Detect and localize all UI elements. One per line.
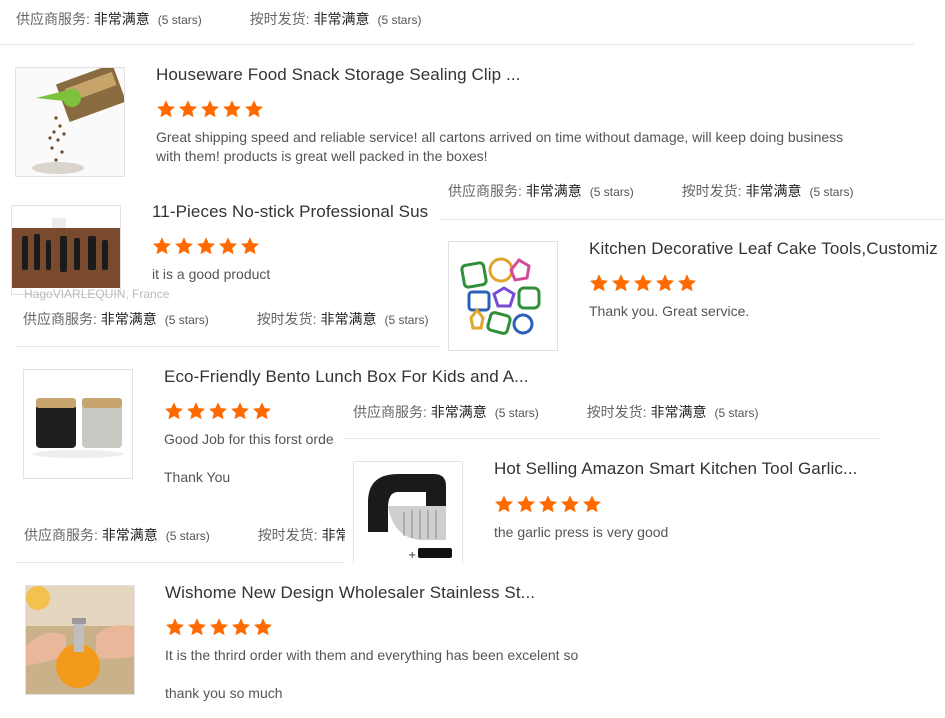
star-rating — [494, 494, 604, 514]
star-icon — [612, 274, 630, 292]
utensil-set-image — [12, 206, 120, 294]
review-text: Good Job for this forst orde — [164, 431, 334, 447]
review-text: it is a good product — [152, 266, 271, 282]
review-card: Eco-Friendly Bento Lunch Box For Kids an… — [0, 347, 529, 562]
review-text: It is the thrird order with them and eve… — [165, 647, 579, 663]
star-icon — [254, 618, 272, 636]
review-card: + Hot Selling Amazon Smart Kitchen Tool … — [345, 439, 880, 579]
star-rating — [156, 99, 266, 119]
star-icon — [231, 402, 249, 420]
rating-row: 供应商服务: 非常满意(5 stars) 按时发货: 非常满意(5 stars) — [353, 404, 759, 420]
review-text: Thank you. Great service. — [589, 303, 750, 319]
bento-box-image — [24, 370, 132, 478]
star-icon — [166, 618, 184, 636]
product-title[interactable]: Hot Selling Amazon Smart Kitchen Tool Ga… — [494, 459, 874, 479]
rating-row: 供应商服务: 非常满意(5 stars) 按时发货: 非常满意(5 stars) — [24, 527, 345, 543]
product-title[interactable]: 11-Pieces No-stick Professional Sus — [152, 202, 439, 222]
review-text: the garlic press is very good — [494, 524, 669, 540]
product-title[interactable]: Wishome New Design Wholesaler Stainless … — [165, 583, 545, 603]
cookie-cutters-image — [449, 242, 557, 350]
product-title[interactable]: Houseware Food Snack Storage Sealing Cli… — [156, 65, 536, 85]
review-card: Houseware Food Snack Storage Sealing Cli… — [0, 45, 914, 220]
star-icon — [188, 618, 206, 636]
star-icon — [187, 402, 205, 420]
product-thumbnail[interactable] — [23, 369, 133, 479]
citrus-sprayer-image — [26, 586, 134, 694]
sealing-clip-image — [16, 68, 124, 176]
star-icon — [197, 237, 215, 255]
star-icon — [561, 495, 579, 513]
star-rating — [152, 236, 262, 256]
review-text: Great shipping speed and reliable servic… — [156, 129, 844, 164]
star-rating — [164, 401, 274, 421]
star-icon — [656, 274, 674, 292]
star-rating — [589, 273, 699, 293]
star-icon — [634, 274, 652, 292]
product-thumbnail[interactable]: + — [353, 461, 463, 571]
star-icon — [219, 237, 237, 255]
reviewer-location: HagoVIARLEQUIN, France — [24, 287, 170, 301]
star-icon — [245, 100, 263, 118]
star-icon — [253, 402, 271, 420]
review-text-secondary: Thank You — [164, 469, 231, 485]
review-card: HagoVIARLEQUIN, France 11-Pieces No-stic… — [0, 200, 440, 346]
star-icon — [241, 237, 259, 255]
svg-text:+: + — [408, 550, 416, 561]
star-icon — [165, 402, 183, 420]
divider — [440, 219, 945, 220]
top-rating-row: 供应商服务: 非常满意 (5 stars) 按时发货: 非常满意 (5 stars) — [16, 11, 422, 27]
review-card: Wishome New Design Wholesaler Stainless … — [0, 563, 610, 718]
star-icon — [153, 237, 171, 255]
star-rating — [165, 617, 275, 637]
star-icon — [175, 237, 193, 255]
product-title[interactable]: Kitchen Decorative Leaf Cake Tools,Custo… — [589, 239, 945, 259]
star-icon — [517, 495, 535, 513]
rating-row: 供应商服务: 非常满意(5 stars) 按时发货: 非常满意(5 stars) — [448, 183, 854, 199]
star-icon — [210, 618, 228, 636]
product-title[interactable]: Eco-Friendly Bento Lunch Box For Kids an… — [164, 367, 534, 387]
product-thumbnail[interactable] — [448, 241, 558, 351]
star-icon — [179, 100, 197, 118]
star-icon — [495, 495, 513, 513]
star-icon — [678, 274, 696, 292]
star-icon — [539, 495, 557, 513]
product-thumbnail[interactable] — [15, 67, 125, 177]
star-icon — [232, 618, 250, 636]
star-icon — [157, 100, 175, 118]
star-icon — [583, 495, 601, 513]
star-icon — [201, 100, 219, 118]
garlic-press-image: + — [354, 462, 462, 570]
rating-row: 供应商服务: 非常满意(5 stars) 按时发货: 非常满意(5 stars) — [23, 311, 429, 327]
review-text-secondary: thank you so much — [165, 685, 283, 701]
star-icon — [223, 100, 241, 118]
star-icon — [209, 402, 227, 420]
star-icon — [590, 274, 608, 292]
product-thumbnail[interactable] — [11, 205, 121, 295]
product-thumbnail[interactable] — [25, 585, 135, 695]
